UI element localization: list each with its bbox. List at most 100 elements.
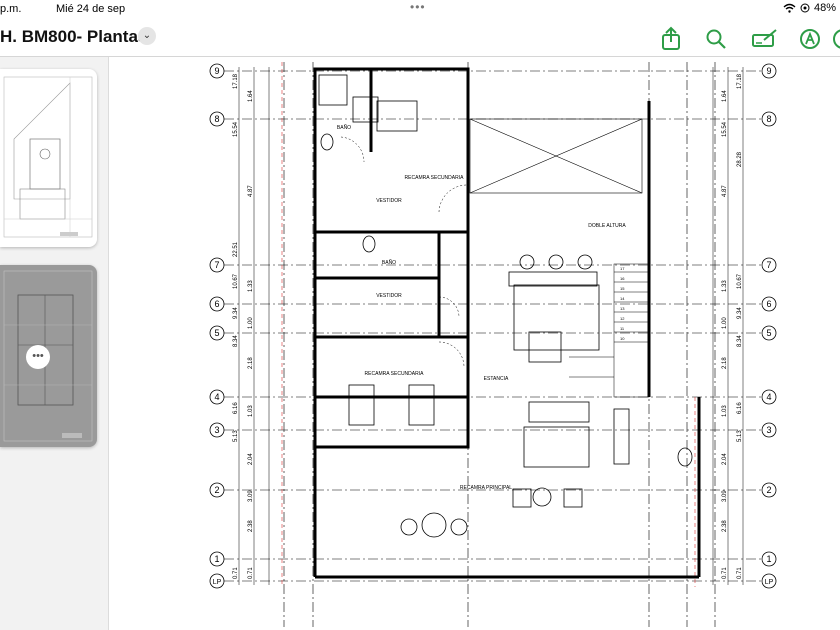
right-axis-markers	[761, 63, 777, 589]
dimension-label: 10.67	[737, 273, 743, 289]
stair-number: 17	[620, 266, 625, 271]
dimension-label: 3.09	[722, 490, 728, 502]
room-label-vestidor-1: VESTIDOR	[376, 198, 402, 204]
axis-label: 2	[766, 485, 771, 495]
right-dimension-labels: 17.18 1.64 15.54 4.87 28.28 10.67 1.33 9…	[722, 73, 743, 579]
markup-icon[interactable]	[750, 26, 778, 52]
room-label-bano-1: BAÑO	[337, 124, 351, 131]
dimension-label: 1.64	[722, 90, 728, 102]
axis-label: 5	[766, 328, 771, 338]
dimension-label: 0.71	[737, 567, 743, 579]
dimension-label: 8.34	[737, 335, 743, 347]
dimension-label: 22.51	[233, 241, 239, 257]
more-icon[interactable]	[830, 26, 840, 52]
staircase	[569, 263, 650, 398]
dimension-label: 2.04	[722, 453, 728, 465]
multitasking-dots-icon[interactable]: •••	[410, 0, 426, 14]
axis-label: 4	[766, 392, 771, 402]
stair-numbers: 17 16 15 14 13 12 11 10	[620, 266, 625, 341]
stair-number: 14	[620, 296, 625, 301]
stair-number: 12	[620, 316, 625, 321]
stair-number: 13	[620, 306, 625, 311]
dimension-label: 1.03	[248, 405, 254, 417]
dimension-label: 2.18	[722, 357, 728, 369]
status-date: Mié 24 de sep	[56, 3, 126, 15]
document-toolbar: H. BM800- Plantas ⌄	[0, 20, 840, 57]
stair-number: 11	[620, 326, 625, 331]
axis-label: LP	[213, 579, 222, 586]
red-reference-lines	[281, 62, 696, 587]
dimension-label: 2.18	[248, 357, 254, 369]
room-label-recamara-secundaria-2: RECAMRA SECUNDARIA	[365, 371, 425, 377]
dimension-label: 28.28	[737, 151, 743, 167]
left-dimension-labels: 17.18 1.64 15.54 4.87 22.51 10.67 1.33 9…	[233, 73, 254, 579]
room-label-recamara-secundaria-1: RECAMRA SECUNDARIA	[405, 175, 465, 181]
axis-label: 2	[214, 485, 219, 495]
dimension-label: 8.34	[233, 335, 239, 347]
floor-plan-drawing: 9 8 7 6 5 4 3 2 1 LP 9 8 7 6 5 4 3 2 1 L…	[209, 62, 777, 627]
dimension-label: 2.38	[722, 520, 728, 532]
room-label-estancia: ESTANCIA	[484, 376, 509, 382]
dimension-label: 1.03	[722, 405, 728, 417]
dimension-label: 1.33	[248, 280, 254, 292]
dimension-label: 2.04	[248, 453, 254, 465]
dimension-label: 9.34	[233, 307, 239, 319]
dimension-label: 15.54	[722, 121, 728, 137]
stair-number: 16	[620, 276, 625, 281]
left-axis-markers	[209, 63, 225, 589]
dimension-label: 5.13	[737, 430, 743, 442]
axis-label: 6	[214, 299, 219, 309]
room-label-doble-altura: DOBLE ALTURA	[588, 223, 626, 229]
dimension-label: 1.33	[722, 280, 728, 292]
door-swings	[340, 136, 468, 368]
room-label-recamara-principal: RECAMRA PRINCIPAL	[460, 485, 512, 491]
pen-icon[interactable]	[797, 26, 823, 52]
dimension-label: 2.38	[248, 520, 254, 532]
axis-label: 6	[766, 299, 771, 309]
battery-level: 48%	[813, 2, 836, 14]
dimension-label: 0.71	[722, 567, 728, 579]
stair-number: 10	[620, 336, 625, 341]
axis-label: 8	[766, 114, 771, 124]
status-right: 48%	[783, 2, 836, 14]
page-thumbnail-2[interactable]: •••	[0, 265, 97, 447]
room-label-vestidor-2: VESTIDOR	[376, 293, 402, 299]
axis-label: 7	[214, 260, 219, 270]
axis-label: 3	[766, 425, 771, 435]
document-title[interactable]: H. BM800- Plantas	[0, 27, 147, 47]
document-canvas[interactable]: 9 8 7 6 5 4 3 2 1 LP 9 8 7 6 5 4 3 2 1 L…	[109, 57, 840, 630]
axis-label: 1	[766, 554, 771, 564]
axis-label: 3	[214, 425, 219, 435]
location-icon	[800, 3, 810, 13]
axis-label: 7	[766, 260, 771, 270]
status-bar: p.m. Mié 24 de sep ••• 48%	[0, 0, 840, 18]
dimension-label: 5.13	[233, 430, 239, 442]
dimension-label: 9.34	[737, 307, 743, 319]
status-time: p.m.	[0, 3, 22, 15]
chevron-down-icon[interactable]: ⌄	[138, 27, 156, 45]
dimension-label: 6.16	[737, 402, 743, 414]
axis-label: 9	[766, 66, 771, 76]
stair-number: 15	[620, 286, 625, 291]
dimension-label: 3.09	[248, 490, 254, 502]
axis-label: LP	[765, 579, 774, 586]
dimension-label: 0.71	[233, 567, 239, 579]
dimension-label: 4.87	[722, 185, 728, 197]
room-label-bano-2: BAÑO	[382, 259, 396, 266]
axis-label: 9	[214, 66, 219, 76]
search-icon[interactable]	[703, 26, 729, 52]
dimension-label: 6.16	[233, 402, 239, 414]
page-thumbnail-1[interactable]	[0, 69, 97, 247]
double-height-void	[469, 118, 643, 194]
wifi-icon	[783, 3, 796, 13]
axis-label: 1	[214, 554, 219, 564]
axis-label: 8	[214, 114, 219, 124]
walls	[313, 67, 701, 579]
room-labels: BAÑO RECAMRA SECUNDARIA VESTIDOR DOBLE A…	[337, 124, 626, 491]
dimension-label: 15.54	[233, 121, 239, 137]
page-more-button[interactable]: •••	[26, 345, 50, 369]
axis-label: 5	[214, 328, 219, 338]
dimension-label: 1.00	[248, 317, 254, 329]
page-thumbnail-sidebar: •••	[0, 57, 109, 630]
share-icon[interactable]	[658, 26, 684, 52]
